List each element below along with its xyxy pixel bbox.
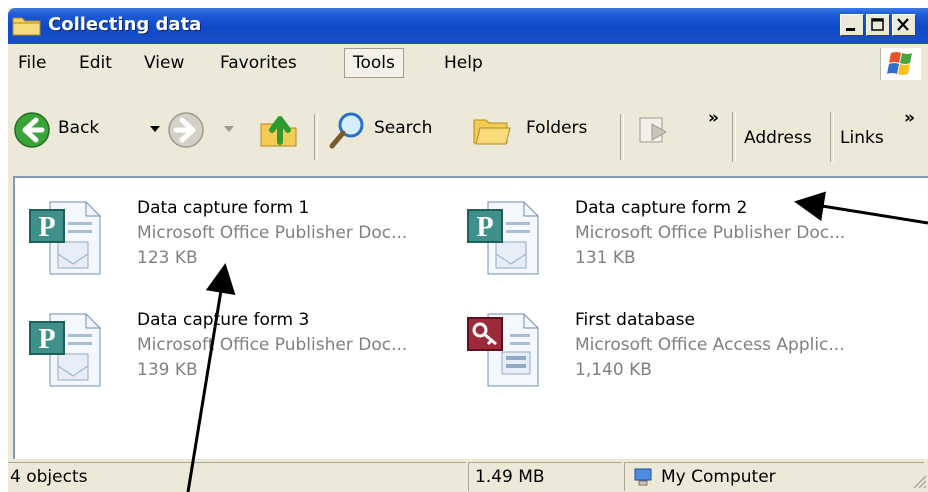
toolbar: Back Search Folders » Address Links » xyxy=(8,82,928,172)
file-type: Microsoft Office Publisher Doc... xyxy=(137,223,408,243)
file-name: Data capture form 3 xyxy=(137,310,310,330)
status-size: 1.49 MB xyxy=(468,462,622,491)
back-label: Back xyxy=(58,118,100,138)
publisher-icon: P xyxy=(29,201,101,275)
file-type: Microsoft Office Access Applic... xyxy=(575,335,845,355)
file-item[interactable]: P Data capture form 2 Microsoft Office P… xyxy=(466,198,886,298)
windows-logo-icon xyxy=(880,48,921,80)
back-arrow-icon xyxy=(14,112,50,148)
maximize-button[interactable] xyxy=(866,14,890,36)
toolbar-separator xyxy=(314,114,318,160)
status-location-label: My Computer xyxy=(661,467,776,487)
address-label[interactable]: Address xyxy=(744,128,812,148)
file-size: 123 KB xyxy=(137,248,198,268)
search-icon xyxy=(329,112,364,149)
file-item[interactable]: First database Microsoft Office Access A… xyxy=(466,310,886,410)
menu-file[interactable]: File xyxy=(18,44,46,82)
status-bar: 4 objects 1.49 MB My Computer xyxy=(8,462,928,492)
toolbar-separator xyxy=(830,112,834,162)
dropdown-arrow-icon xyxy=(150,126,160,132)
close-icon xyxy=(897,18,909,31)
folders-button[interactable]: Folders xyxy=(470,108,610,152)
file-name: Data capture form 1 xyxy=(137,198,310,218)
title-bar[interactable]: Collecting data xyxy=(8,8,928,44)
menu-view[interactable]: View xyxy=(144,44,184,82)
toolbar-separator xyxy=(620,114,624,160)
forward-button[interactable] xyxy=(166,108,244,152)
menu-bar: File Edit View Favorites Tools Help xyxy=(8,44,928,83)
menu-favorites[interactable]: Favorites xyxy=(220,44,297,82)
status-location: My Computer xyxy=(624,462,924,491)
menu-edit[interactable]: Edit xyxy=(79,44,112,82)
explorer-window: Collecting data File Edit View Favorites… xyxy=(8,8,928,492)
file-type: Microsoft Office Publisher Doc... xyxy=(137,335,408,355)
folder-icon xyxy=(12,17,41,36)
back-button[interactable]: Back xyxy=(10,108,162,152)
resize-grip-icon[interactable] xyxy=(912,474,928,490)
search-button[interactable]: Search xyxy=(326,108,452,152)
file-name: Data capture form 2 xyxy=(575,198,748,218)
file-view: P Data capture form 1 Microsoft Office P… xyxy=(13,176,928,459)
file-name: First database xyxy=(575,310,695,330)
toolbar-chevron[interactable]: » xyxy=(708,108,719,128)
toolbar-separator xyxy=(732,112,736,162)
file-size: 139 KB xyxy=(137,360,198,380)
minimize-button[interactable] xyxy=(840,14,864,36)
svg-text:P: P xyxy=(476,212,493,243)
computer-icon xyxy=(634,468,652,486)
links-chevron[interactable]: » xyxy=(904,108,915,128)
minimize-icon xyxy=(846,28,855,31)
access-icon xyxy=(467,313,539,387)
maximize-icon xyxy=(871,18,884,31)
svg-text:P: P xyxy=(38,212,55,243)
file-item[interactable]: P Data capture form 3 Microsoft Office P… xyxy=(28,310,448,410)
file-item[interactable]: P Data capture form 1 Microsoft Office P… xyxy=(28,198,448,298)
publisher-icon: P xyxy=(29,313,101,387)
search-label: Search xyxy=(374,118,433,138)
file-size: 1,140 KB xyxy=(575,360,652,380)
status-objects: 4 objects xyxy=(8,462,466,491)
links-label[interactable]: Links xyxy=(840,128,884,148)
publisher-icon: P xyxy=(467,201,539,275)
forward-arrow-icon xyxy=(168,112,204,148)
folders-label: Folders xyxy=(526,118,588,138)
menu-help[interactable]: Help xyxy=(444,44,483,82)
window-title: Collecting data xyxy=(48,14,202,35)
svg-text:P: P xyxy=(38,324,55,355)
file-size: 131 KB xyxy=(575,248,636,268)
file-type: Microsoft Office Publisher Doc... xyxy=(575,223,846,243)
dropdown-arrow-icon xyxy=(224,126,234,132)
up-folder-icon[interactable] xyxy=(258,110,300,150)
views-icon[interactable] xyxy=(634,110,674,150)
folders-icon xyxy=(473,119,511,145)
close-button[interactable] xyxy=(892,14,916,36)
menu-tools[interactable]: Tools xyxy=(344,48,404,78)
